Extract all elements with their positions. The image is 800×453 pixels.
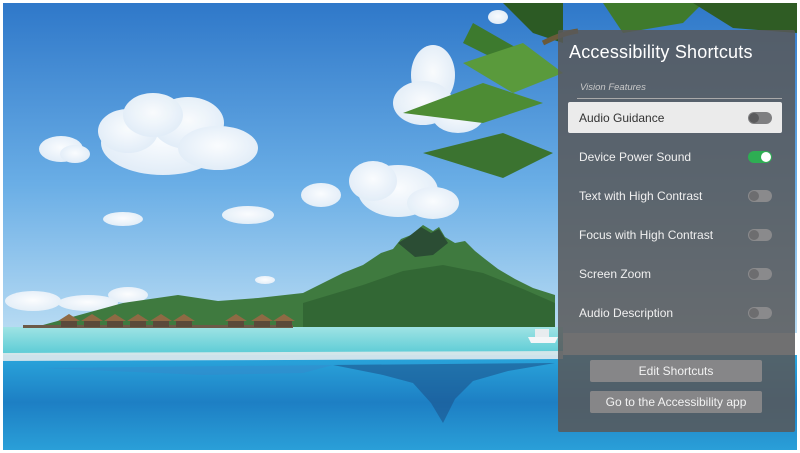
toggle-knob xyxy=(749,307,759,318)
toggle-knob xyxy=(749,112,759,123)
shortcut-label: Text with High Contrast xyxy=(579,188,703,203)
shortcut-label: Audio Guidance xyxy=(579,110,665,125)
shortcut-label: Audio Description xyxy=(579,305,674,320)
panel-title: Accessibility Shortcuts xyxy=(569,42,753,62)
shortcut-row-audio-guidance[interactable]: Audio Guidance xyxy=(568,102,782,133)
shortcut-row-screen-zoom[interactable]: Screen Zoom xyxy=(568,258,782,289)
shortcut-label: Device Power Sound xyxy=(579,149,692,164)
section-label-vision-features: Vision Features xyxy=(580,82,646,93)
shortcut-row-focus-high-contrast[interactable]: Focus with High Contrast xyxy=(568,219,782,250)
toggle-knob xyxy=(749,268,759,279)
toggle-switch-icon[interactable] xyxy=(748,189,772,202)
shortcut-row-device-power-sound[interactable]: Device Power Sound xyxy=(568,141,782,172)
accessibility-shortcuts-panel: Accessibility Shortcuts Vision Features … xyxy=(558,30,795,432)
toggle-switch-icon[interactable] xyxy=(748,111,772,124)
toggle-knob xyxy=(761,151,771,162)
shortcut-row-audio-description[interactable]: Audio Description xyxy=(568,297,782,328)
shortcut-row-text-high-contrast[interactable]: Text with High Contrast xyxy=(568,180,782,211)
shortcut-label: Screen Zoom xyxy=(579,266,652,281)
toggle-knob xyxy=(749,190,759,201)
toggle-switch-icon[interactable] xyxy=(748,150,772,163)
section-divider xyxy=(577,98,782,99)
go-to-accessibility-app-button[interactable]: Go to the Accessibility app xyxy=(590,391,762,413)
toggle-switch-icon[interactable] xyxy=(748,228,772,241)
toggle-switch-icon[interactable] xyxy=(748,306,772,319)
toggle-switch-icon[interactable] xyxy=(748,267,772,280)
edit-shortcuts-button[interactable]: Edit Shortcuts xyxy=(590,360,762,382)
shortcut-label: Focus with High Contrast xyxy=(579,227,714,242)
toggle-knob xyxy=(749,229,759,240)
